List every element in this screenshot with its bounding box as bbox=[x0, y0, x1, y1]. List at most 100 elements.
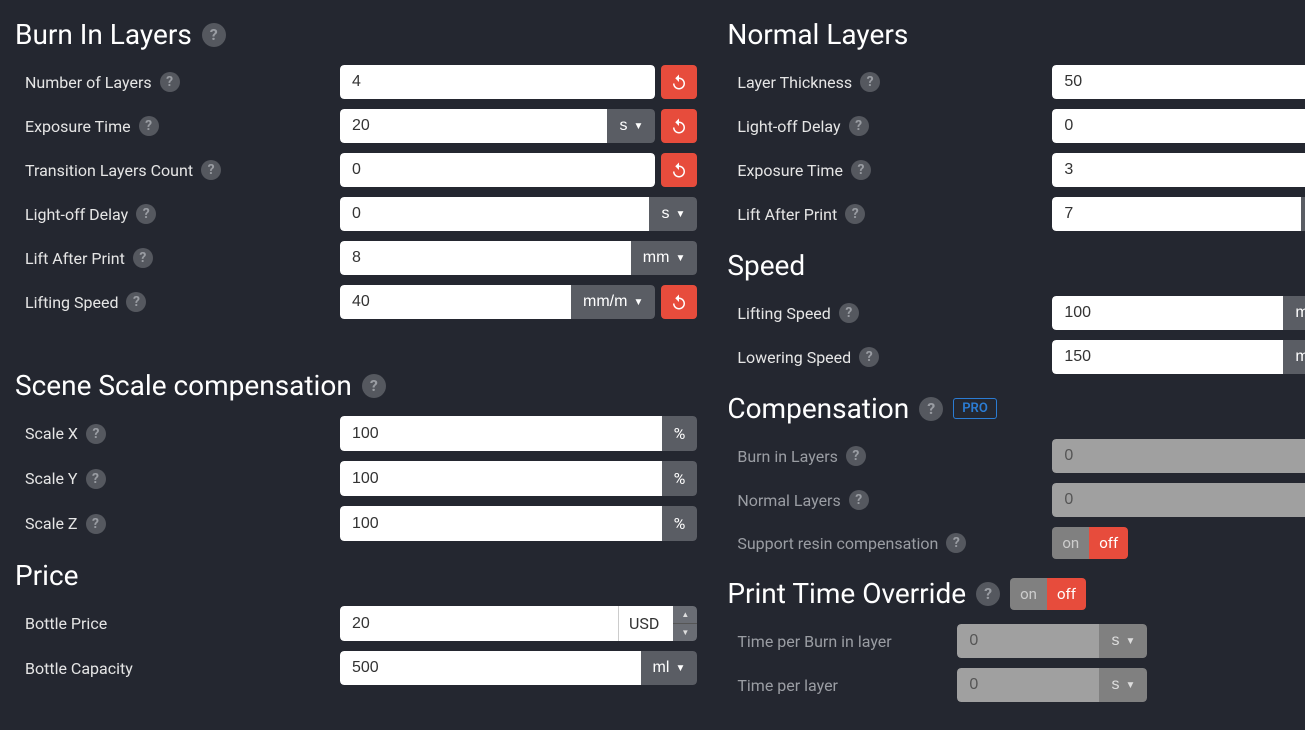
reset-icon bbox=[670, 73, 688, 91]
scene-scale-title: Scene Scale compensation? bbox=[15, 369, 697, 402]
reset-button[interactable] bbox=[661, 285, 697, 319]
reset-button[interactable] bbox=[661, 109, 697, 143]
support-resin-label: Support resin compensation bbox=[737, 534, 938, 553]
scale-z-input[interactable] bbox=[340, 506, 662, 541]
exposure-time-input[interactable] bbox=[340, 109, 607, 143]
normal-light-off-input[interactable] bbox=[1052, 109, 1305, 143]
normal-exposure-input[interactable] bbox=[1052, 153, 1305, 187]
bottle-capacity-label: Bottle Capacity bbox=[25, 659, 133, 678]
bottle-price-input[interactable] bbox=[340, 606, 618, 641]
scale-x-input[interactable] bbox=[340, 416, 662, 451]
normal-lift-input[interactable] bbox=[1052, 197, 1301, 231]
speed-lowering-input[interactable] bbox=[1052, 340, 1283, 374]
support-resin-toggle[interactable]: onoff bbox=[1052, 527, 1128, 559]
lift-after-print-input[interactable] bbox=[340, 241, 631, 275]
help-icon[interactable]: ? bbox=[859, 347, 879, 367]
time-layer-input bbox=[957, 668, 1099, 702]
help-icon[interactable]: ? bbox=[976, 582, 1000, 606]
chevron-up-icon: ▲ bbox=[673, 606, 697, 624]
unit-label: % bbox=[662, 461, 698, 496]
reset-button[interactable] bbox=[661, 153, 697, 187]
help-icon[interactable]: ? bbox=[946, 533, 966, 553]
chevron-down-icon: ▼ bbox=[675, 253, 685, 264]
lifting-speed-label: Lifting Speed bbox=[737, 304, 830, 323]
help-icon[interactable]: ? bbox=[202, 23, 226, 47]
currency-label: USD bbox=[618, 606, 673, 641]
help-icon[interactable]: ? bbox=[139, 116, 159, 136]
chevron-down-icon: ▼ bbox=[1125, 636, 1135, 647]
unit-dropdown[interactable]: mm/m▼ bbox=[1283, 340, 1305, 374]
exposure-time-label: Exposure Time bbox=[25, 117, 131, 136]
unit-dropdown[interactable]: s▼ bbox=[607, 109, 655, 143]
compensation-section: Compensation?PRO Burn in Layers? Normal … bbox=[727, 392, 1305, 559]
unit-dropdown[interactable]: mm/m▼ bbox=[571, 285, 655, 319]
transition-layers-input[interactable] bbox=[340, 153, 655, 187]
help-icon[interactable]: ? bbox=[86, 469, 106, 489]
help-icon[interactable]: ? bbox=[860, 72, 880, 92]
chevron-down-icon: ▼ bbox=[673, 624, 697, 641]
comp-normal-input bbox=[1052, 483, 1305, 517]
chevron-down-icon: ▼ bbox=[633, 297, 643, 308]
layer-thickness-input[interactable] bbox=[1052, 65, 1305, 99]
light-off-delay-label: Light-off Delay bbox=[737, 117, 840, 136]
help-icon[interactable]: ? bbox=[849, 490, 869, 510]
help-icon[interactable]: ? bbox=[136, 204, 156, 224]
time-burn-input bbox=[957, 624, 1099, 658]
help-icon[interactable]: ? bbox=[849, 116, 869, 136]
bottle-capacity-input[interactable] bbox=[340, 651, 641, 685]
light-off-delay-input[interactable] bbox=[340, 197, 649, 231]
help-icon[interactable]: ? bbox=[839, 303, 859, 323]
help-icon[interactable]: ? bbox=[133, 248, 153, 268]
unit-dropdown[interactable]: mm▼ bbox=[631, 241, 698, 275]
scale-y-input[interactable] bbox=[340, 461, 662, 496]
price-title: Price bbox=[15, 559, 697, 592]
scale-y-label: Scale Y bbox=[25, 469, 78, 488]
number-of-layers-label: Number of Layers bbox=[25, 73, 152, 92]
layer-thickness-label: Layer Thickness bbox=[737, 73, 852, 92]
reset-icon bbox=[670, 117, 688, 135]
chevron-down-icon: ▼ bbox=[675, 209, 685, 220]
time-burn-label: Time per Burn in layer bbox=[737, 632, 891, 651]
chevron-down-icon: ▼ bbox=[675, 663, 685, 674]
help-icon[interactable]: ? bbox=[851, 160, 871, 180]
reset-icon bbox=[670, 161, 688, 179]
comp-burn-in-label: Burn in Layers bbox=[737, 447, 838, 466]
price-section: Price Bottle Price USD▲▼ Bottle Capacity… bbox=[15, 559, 697, 685]
help-icon[interactable]: ? bbox=[362, 374, 386, 398]
burn-in-title: Burn In Layers? bbox=[15, 18, 697, 51]
time-layer-label: Time per layer bbox=[737, 676, 838, 695]
chevron-down-icon: ▼ bbox=[633, 121, 643, 132]
help-icon[interactable]: ? bbox=[160, 72, 180, 92]
help-icon[interactable]: ? bbox=[126, 292, 146, 312]
burn-in-layers-section: Burn In Layers? Number of Layers? Exposu… bbox=[15, 18, 697, 319]
help-icon[interactable]: ? bbox=[86, 424, 106, 444]
unit-dropdown[interactable]: ml▼ bbox=[641, 651, 698, 685]
speed-section: Speed Lifting Speed? mm/m▼ Lowering Spee… bbox=[727, 249, 1305, 374]
help-icon[interactable]: ? bbox=[846, 446, 866, 466]
lowering-speed-label: Lowering Speed bbox=[737, 348, 851, 367]
override-toggle[interactable]: onoff bbox=[1010, 578, 1086, 610]
lift-after-print-label: Lift After Print bbox=[737, 205, 837, 224]
number-of-layers-input[interactable] bbox=[340, 65, 655, 99]
compensation-title: Compensation?PRO bbox=[727, 392, 1305, 425]
print-time-override-section: Print Time Override?onoff Time per Burn … bbox=[727, 577, 1305, 702]
lifting-speed-label: Lifting Speed bbox=[25, 293, 118, 312]
help-icon[interactable]: ? bbox=[845, 204, 865, 224]
pro-badge: PRO bbox=[953, 398, 997, 419]
reset-button[interactable] bbox=[661, 65, 697, 99]
help-icon[interactable]: ? bbox=[919, 397, 943, 421]
light-off-delay-label: Light-off Delay bbox=[25, 205, 128, 224]
unit-dropdown: s▼ bbox=[1099, 624, 1147, 658]
chevron-down-icon: ▼ bbox=[1125, 680, 1135, 691]
help-icon[interactable]: ? bbox=[201, 160, 221, 180]
exposure-time-label: Exposure Time bbox=[737, 161, 843, 180]
scale-x-label: Scale X bbox=[25, 424, 78, 443]
unit-dropdown[interactable]: mm▼ bbox=[1301, 197, 1305, 231]
help-icon[interactable]: ? bbox=[86, 514, 106, 534]
unit-dropdown[interactable]: s▼ bbox=[649, 197, 697, 231]
currency-stepper[interactable]: ▲▼ bbox=[673, 606, 697, 641]
lifting-speed-input[interactable] bbox=[340, 285, 571, 319]
unit-dropdown[interactable]: mm/m▼ bbox=[1283, 296, 1305, 330]
speed-lifting-input[interactable] bbox=[1052, 296, 1283, 330]
unit-label: % bbox=[662, 416, 698, 451]
